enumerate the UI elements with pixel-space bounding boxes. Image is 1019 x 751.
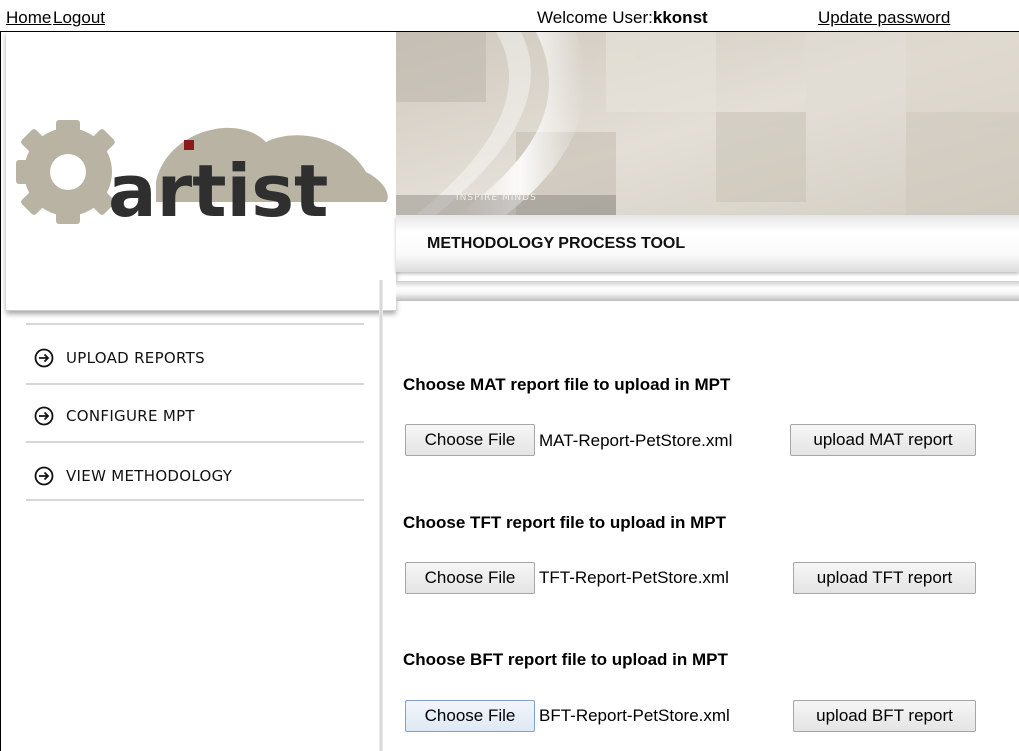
left-column: artist UPLOAD REPORTS CONFIGURE MPT VIEW… — [0, 32, 396, 751]
menu-item-view-methodology[interactable]: VIEW METHODOLOGY — [34, 461, 232, 491]
menu-separator — [26, 441, 364, 443]
menu-item-upload-reports[interactable]: UPLOAD REPORTS — [34, 343, 205, 373]
banner-image: INSPIRE MINDS — [396, 32, 1019, 215]
upload-mat-report-button[interactable]: upload MAT report — [790, 424, 976, 456]
page-title: METHODOLOGY PROCESS TOOL — [427, 235, 686, 252]
section-title: Choose TFT report file to upload in MPT — [403, 513, 726, 532]
home-link[interactable]: Home — [6, 9, 51, 26]
menu-separator — [26, 383, 364, 385]
top-bar: Home Logout Welcome User:kkonst Update p… — [0, 0, 1019, 32]
welcome-text: Welcome User:kkonst — [537, 9, 708, 26]
choose-file-button[interactable]: Choose File — [405, 424, 535, 456]
menu-separator — [26, 499, 364, 501]
circle-arrow-right-icon — [34, 406, 54, 426]
menu-item-label: CONFIGURE MPT — [66, 407, 195, 425]
update-password-link[interactable]: Update password — [818, 9, 950, 26]
selected-file-name: BFT-Report-PetStore.xml — [539, 706, 730, 725]
logout-link[interactable]: Logout — [53, 9, 105, 26]
selected-file-name: MAT-Report-PetStore.xml — [539, 431, 733, 450]
logo-area: artist — [6, 32, 396, 311]
welcome-prefix: Welcome User: — [537, 8, 653, 27]
choose-file-button[interactable]: Choose File — [405, 700, 535, 732]
username: kkonst — [652, 8, 708, 27]
circle-arrow-right-icon — [34, 466, 54, 486]
logo-text: artist — [108, 149, 328, 233]
menu-separator — [26, 323, 364, 325]
artist-logo: artist — [16, 120, 388, 233]
menu-item-configure-mpt[interactable]: CONFIGURE MPT — [34, 401, 195, 431]
selected-file-name: TFT-Report-PetStore.xml — [539, 568, 729, 587]
section-title: Choose BFT report file to upload in MPT — [403, 650, 728, 669]
menu-item-label: VIEW METHODOLOGY — [66, 467, 233, 485]
section-title: Choose MAT report file to upload in MPT — [403, 375, 731, 394]
choose-file-button[interactable]: Choose File — [405, 562, 535, 594]
banner-watermark: INSPIRE MINDS — [456, 193, 537, 203]
upload-tft-report-button[interactable]: upload TFT report — [793, 562, 976, 594]
sub-bar — [396, 281, 1019, 301]
menu-item-label: UPLOAD REPORTS — [66, 349, 205, 367]
circle-arrow-right-icon — [34, 348, 54, 368]
upload-bft-report-button[interactable]: upload BFT report — [793, 700, 976, 732]
tool-title-bar: METHODOLOGY PROCESS TOOL — [396, 215, 1019, 272]
header-banner: INSPIRE MINDS — [396, 32, 1019, 215]
column-divider — [379, 280, 383, 751]
